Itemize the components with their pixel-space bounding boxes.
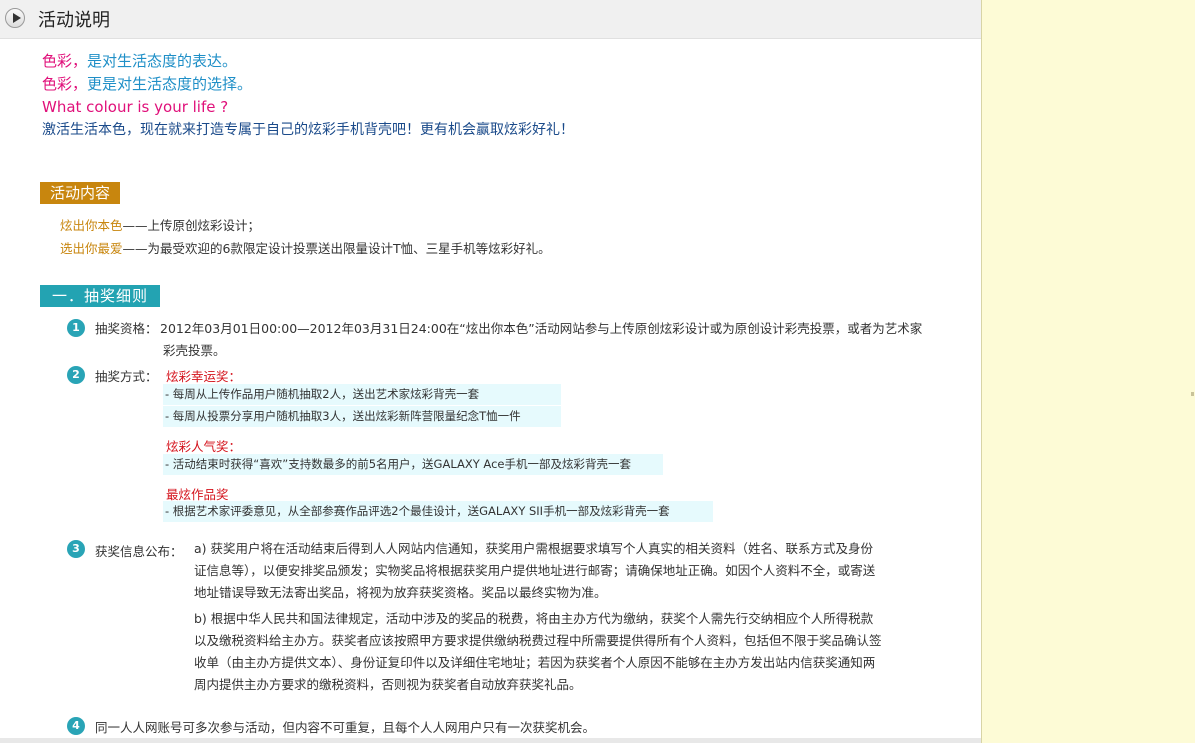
page-title: 活动说明 [38,10,110,31]
prize-best-line-1: - 根据艺术家评委意见，从全部参赛作品评选2个最佳设计，送GALAXY SII手… [163,501,713,522]
rule-2-label: 抽奖方式： [95,369,158,384]
rule-1-text-cont: 彩壳投票。 [163,343,226,358]
rule-1-text: 2012年03月01日00:00—2012年03月31日24:00在“炫出你本色… [160,321,923,336]
rule-3-label: 获奖信息公布： [95,544,183,559]
horizontal-scrollbar[interactable] [0,738,981,743]
content-item-1: 炫出你本色——上传原创炫彩设计； [60,218,261,233]
prize-popular-title: 炫彩人气奖： [166,439,242,454]
section-header: 活动说明 [0,0,981,39]
scroll-marker [1191,392,1194,396]
rule-number-1: 1 [67,319,85,337]
rule-3-para-a: a) 获奖用户将在活动结束后得到人人网站内信通知，获奖用户需根据要求填写个人真实… [194,541,876,600]
intro-line-4: 激活生活本色，现在就来打造专属于自己的炫彩手机背壳吧！更有机会赢取炫彩好礼！ [42,122,574,138]
rule-number-4: 4 [67,717,85,735]
rule-number-2: 2 [67,366,85,384]
rule-number-3: 3 [67,540,85,558]
rule-1-label: 抽奖资格： [95,321,158,336]
prize-popular-line-1: - 活动结束时获得“喜欢”支持数最多的前5名用户，送GALAXY Ace手机一部… [163,454,663,475]
rules-section-title: 一．抽奖细则 [40,285,161,307]
intro-line-1: 色彩，是对生活态度的表达。 [42,52,238,70]
rule-3-para-b: b) 根据中华人民共和国法律规定，活动中涉及的奖品的税费，将由主办方代为缴纳，获… [194,611,882,692]
content-item-2: 选出你最爱——为最受欢迎的6款限定设计投票送出限量设计T恤、三星手机等炫彩好礼。 [60,241,551,256]
play-icon[interactable] [5,8,25,28]
intro-text: 色彩，是对生活态度的表达。 色彩，更是对生活态度的选择。 What colour… [42,50,574,142]
prize-lucky-title: 炫彩幸运奖： [166,369,242,384]
content-section-title: 活动内容 [40,182,121,204]
intro-line-3: What colour is your life ? [42,98,229,116]
prize-lucky-line-2: - 每周从投票分享用户随机抽取3人，送出炫彩新阵营限量纪念T恤一件 [163,406,561,427]
content-list: 炫出你本色——上传原创炫彩设计； 选出你最爱——为最受欢迎的6款限定设计投票送出… [60,214,551,260]
rule-4-text: 同一人人网账号可多次参与活动，但内容不可重复，且每个人人网用户只有一次获奖机会。 [95,720,596,735]
prize-lucky-line-1: - 每周从上传作品用户随机抽取2人，送出艺术家炫彩背壳一套 [163,384,561,405]
main-content: 活动说明 色彩，是对生活态度的表达。 色彩，更是对生活态度的选择。 What c… [0,0,981,743]
right-sidebar [981,0,1195,743]
intro-line-2: 色彩，更是对生活态度的选择。 [42,75,253,93]
